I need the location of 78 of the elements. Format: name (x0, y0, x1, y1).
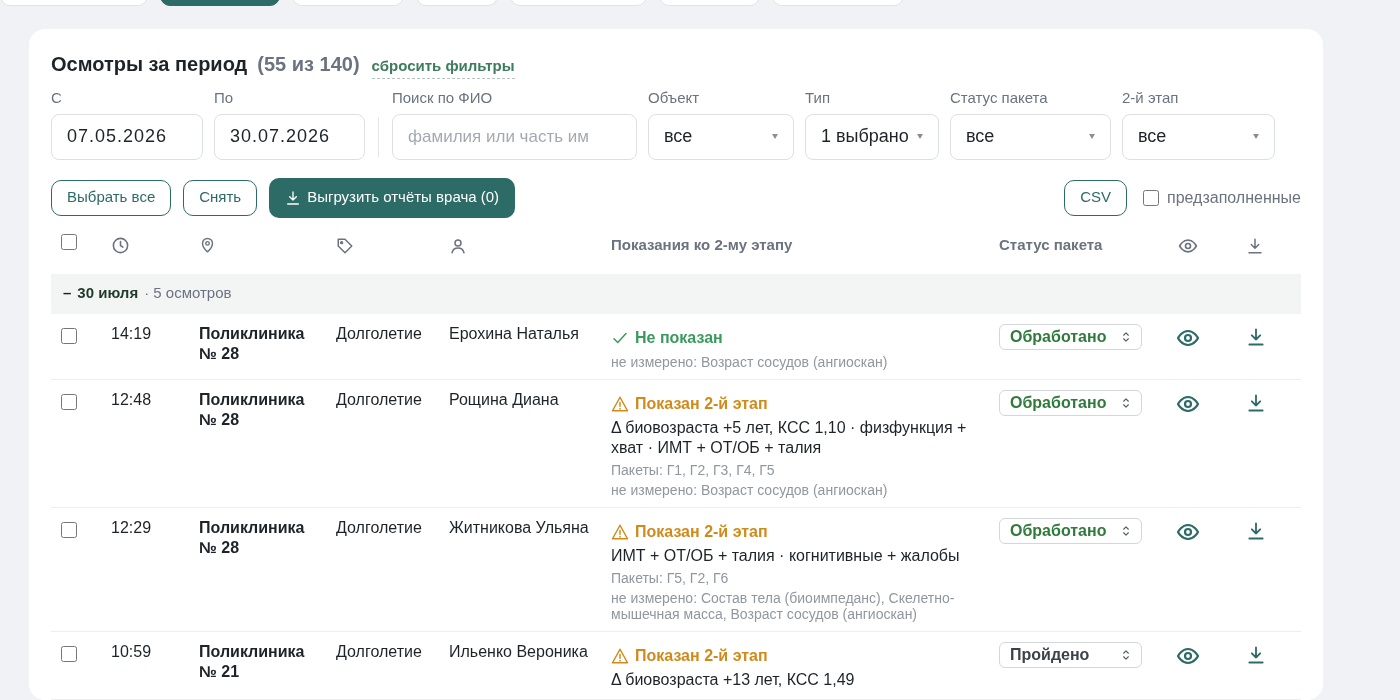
indication-detail: Δ биовозраста +5 лет, КСС 1,10 · физфункция + хват · ИМТ + ОТ/ОБ + талия (611, 417, 968, 458)
prefilled-label: предзаполненные (1166, 187, 1301, 208)
caret-icon (917, 134, 923, 139)
row-checkbox[interactable] (61, 393, 77, 410)
reset-filters-link[interactable]: сбросить фильтры (371, 55, 515, 79)
group-count: · 5 осмотров (144, 283, 232, 304)
column-header: Показания ко 2-му этапу (611, 236, 793, 253)
caret-icon (1253, 134, 1259, 139)
time-text: 14:19 (111, 323, 153, 344)
group-date: 30 июля (77, 283, 139, 304)
prefilled-checkbox[interactable] (1142, 189, 1159, 206)
time-text: 12:29 (111, 517, 153, 538)
row-checkbox[interactable] (61, 327, 77, 344)
time-text: 12:48 (111, 389, 153, 410)
patient-name: Рощина Диана (449, 389, 560, 410)
clinic-name: Поликлиника № 28 (199, 323, 306, 364)
warning-icon (611, 394, 629, 413)
page-title: Осмотры за период (51, 52, 248, 77)
clock-icon (111, 236, 130, 256)
filter-label: 2-й этап (1122, 88, 1180, 108)
filter-label: Статус пакета (950, 88, 1049, 108)
date-field[interactable]: 30.07.2026 (214, 113, 365, 160)
export-button[interactable]: Выгрузить отчёты врача (0) (269, 177, 516, 218)
clinic-name: Поликлиника № 28 (199, 517, 306, 558)
dropdown[interactable]: все (648, 113, 794, 160)
patient-name: Ерохина Наталья (449, 323, 580, 344)
row-checkbox[interactable] (61, 521, 77, 538)
status-dropdown[interactable]: Обработано (999, 389, 1142, 416)
indication-detail: Δ биовозраста +13 лет, КСС 1,49 (611, 669, 856, 690)
exam-type: Долголетие (336, 323, 423, 344)
tag-icon (336, 236, 354, 255)
row-checkbox[interactable] (61, 645, 77, 662)
location-pin-icon (199, 237, 216, 255)
filter-label: Тип (805, 88, 831, 108)
indication-status: Показан 2-й этап (635, 393, 768, 414)
caret-icon (1089, 134, 1095, 139)
indication-note: не измерено: Возраст сосудов (ангиоскан) (611, 481, 889, 498)
result-count: (55 из 140) (257, 52, 360, 77)
select-all-button[interactable]: Выбрать все (51, 179, 172, 216)
exam-type: Долголетие (336, 641, 423, 662)
deselect-button[interactable]: Снять (183, 179, 258, 216)
status-dropdown[interactable]: Обработано (999, 323, 1142, 350)
indication-note: Пакеты: Г5, Г2, Г6 (611, 569, 730, 586)
filter-label: Поиск по ФИО (392, 88, 494, 108)
indication-note: не измерено: Возраст сосудов (ангиоскан) (611, 353, 889, 370)
collapse-toggle[interactable]: – (63, 282, 72, 305)
dropdown[interactable]: все (1122, 113, 1275, 160)
select-all-checkbox[interactable] (61, 234, 77, 250)
download-icon (1246, 236, 1264, 255)
status-dropdown[interactable]: Пройдено (999, 641, 1142, 668)
indication-note: не измерено: Состав тела (биоимпеданс), Скелетно-мышечная масса, Возраст сосудов (ангиоскан) (611, 589, 956, 622)
date-field[interactable]: 07.05.2026 (51, 113, 203, 160)
indication-detail: ИМТ + ОТ/ОБ + талия · когнитивные + жалобы (611, 545, 961, 566)
filter-label: С (51, 88, 63, 108)
download-icon (285, 189, 302, 206)
warning-icon (611, 646, 629, 665)
exam-type: Долголетие (336, 517, 423, 538)
clinic-name: Поликлиника № 21 (199, 641, 306, 682)
clinic-name: Поликлиника № 28 (199, 389, 306, 430)
patient-name: Ильенко Вероника (449, 641, 589, 662)
filter-label: Объект (648, 88, 701, 108)
person-icon (449, 236, 467, 255)
dropdown[interactable]: 1 выбрано (805, 113, 939, 160)
indication-status: Показан 2-й этап (635, 521, 768, 542)
filter-label: По (214, 88, 235, 108)
csv-button[interactable]: CSV (1064, 179, 1127, 216)
indication-note: Пакеты: Г1, Г2, Г3, Г4, Г5 (611, 461, 776, 478)
time-text: 10:59 (111, 641, 153, 662)
patient-name: Житникова Ульяна (449, 517, 590, 538)
indication-status: Не показан (635, 327, 723, 348)
search-field[interactable]: фамилия или часть им (392, 113, 637, 160)
column-header: Статус пакета (999, 236, 1103, 253)
dropdown[interactable]: все (950, 113, 1111, 160)
indication-status: Показан 2-й этап (635, 645, 768, 666)
warning-icon (611, 522, 629, 541)
status-dropdown[interactable]: Обработано (999, 517, 1142, 544)
exam-type: Долголетие (336, 389, 423, 410)
caret-icon (772, 134, 778, 139)
